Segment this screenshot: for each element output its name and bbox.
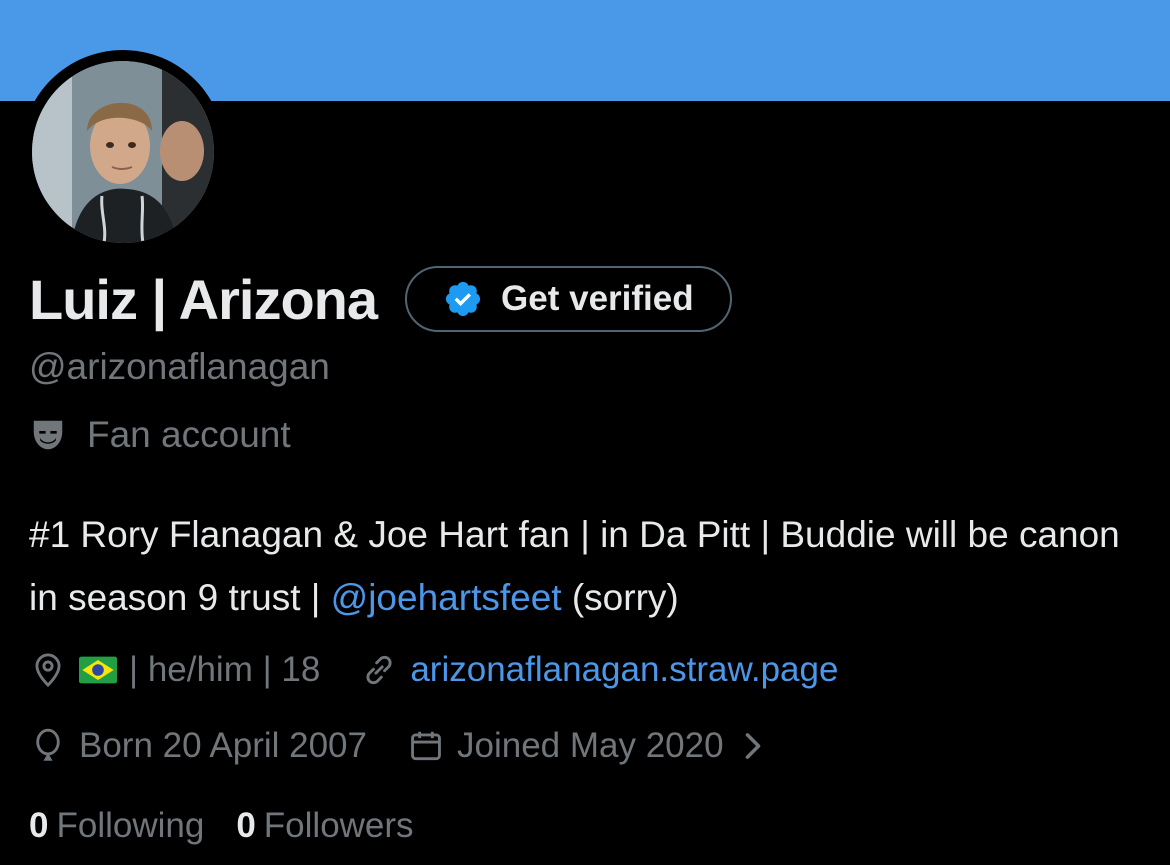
followers-link[interactable]: 0 Followers	[236, 806, 413, 846]
profile-meta-row-2: Born 20 April 2007 Joined May 2020	[29, 721, 784, 771]
location: | he/him | 18	[29, 650, 320, 690]
link-icon	[366, 655, 392, 685]
joined-text: Joined May 2020	[456, 726, 724, 765]
calendar-icon	[411, 731, 441, 761]
website-link[interactable]: arizonaflanagan.straw.page	[410, 650, 838, 690]
birthday: Born 20 April 2007	[29, 726, 367, 766]
joined-date[interactable]: Joined May 2020	[407, 726, 784, 766]
handle: @arizonaflanagan	[29, 346, 330, 387]
avatar-photo	[32, 61, 214, 243]
followers-label: Followers	[263, 806, 414, 845]
category-label: Fan account	[87, 414, 291, 455]
followers-count: 0	[236, 806, 256, 845]
profile-meta-row-1: | he/him | 18 arizonaflanagan.straw.page	[29, 645, 838, 695]
following-label: Following	[56, 806, 205, 845]
following-count: 0	[29, 806, 49, 845]
follow-stats: 0 Following 0 Followers	[29, 806, 414, 846]
chevron-right-icon	[745, 733, 760, 759]
bio-mention-link[interactable]: @joehartsfeet	[331, 577, 562, 618]
verified-badge-icon	[445, 281, 481, 317]
name-row: Luiz | Arizona Get verified	[29, 262, 732, 336]
location-pin-icon	[35, 653, 61, 688]
location-text: | he/him | 18	[129, 650, 321, 689]
avatar[interactable]	[32, 61, 214, 243]
following-link[interactable]: 0 Following	[29, 806, 204, 846]
display-name: Luiz | Arizona	[29, 267, 378, 331]
website[interactable]: arizonaflanagan.straw.page	[360, 650, 838, 690]
theater-mask-icon	[33, 420, 63, 450]
balloon-icon	[36, 728, 60, 761]
bio-text-end: (sorry)	[561, 577, 679, 618]
get-verified-button[interactable]: Get verified	[405, 266, 732, 332]
bio: #1 Rory Flanagan & Joe Hart fan | in Da …	[29, 503, 1139, 629]
profile-category: Fan account	[29, 414, 291, 456]
birthday-text: Born 20 April 2007	[79, 726, 367, 765]
brazil-flag-icon	[79, 656, 117, 684]
get-verified-label: Get verified	[501, 279, 694, 318]
